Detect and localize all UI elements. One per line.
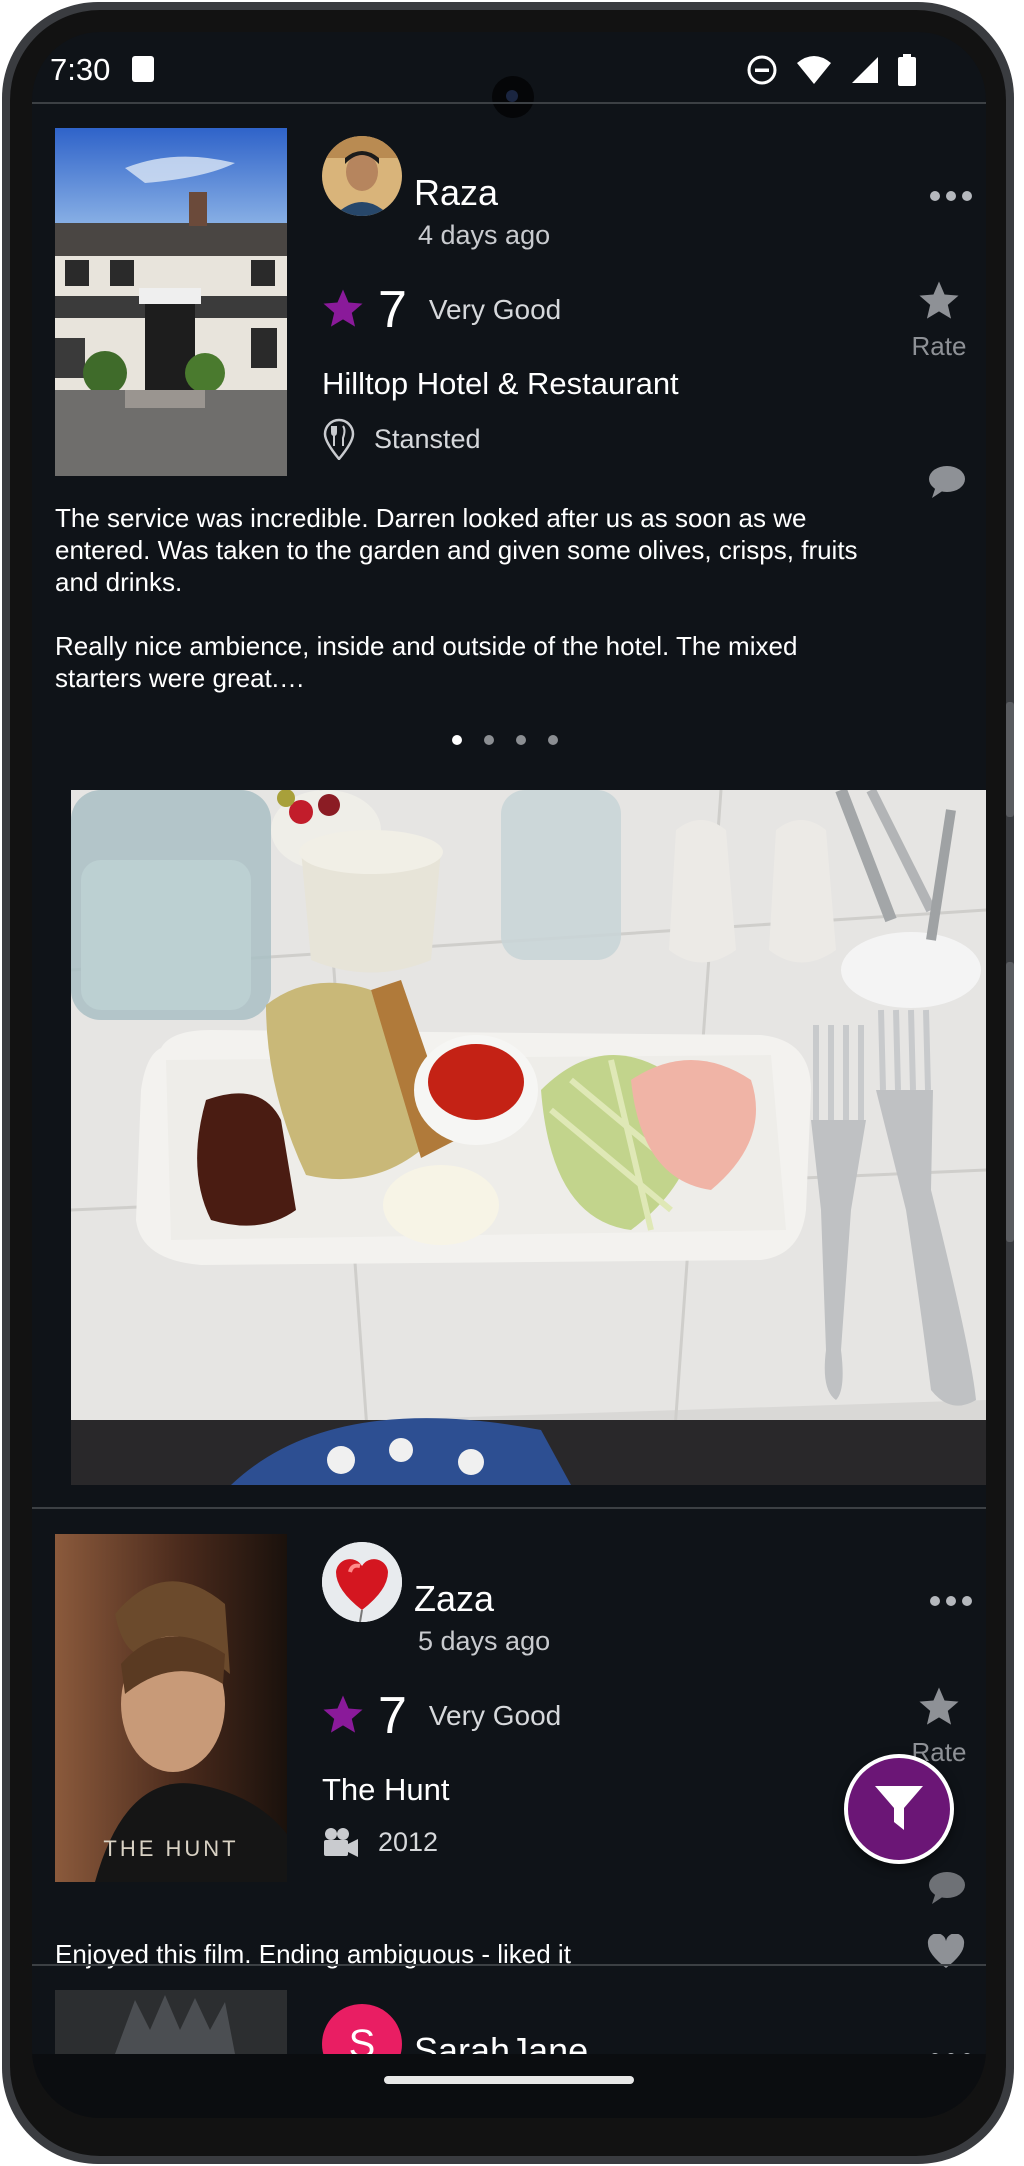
navigation-bar [32,2054,986,2118]
status-time: 7:30 [50,52,111,87]
year-row: 2012 [322,1826,438,1858]
sd-card-icon [132,56,154,82]
review-text[interactable]: The service was incredible. Darren looke… [55,502,875,694]
star-outline-icon [919,1687,959,1725]
movie-poster[interactable]: THE HUNT [55,1534,287,1882]
movie-poster[interactable] [55,1990,287,2054]
avatar[interactable] [322,136,402,216]
username[interactable]: Zaza [414,1578,494,1620]
review-photo[interactable] [71,790,986,1485]
release-year: 2012 [378,1826,439,1857]
carousel-dot [548,735,558,745]
rating-row: 7 Very Good [320,1686,561,1746]
score: 7 [378,1687,407,1745]
avatar[interactable] [322,1542,402,1622]
carousel-indicator [452,735,558,745]
rating-label: Very Good [428,1700,562,1731]
front-camera [492,76,534,118]
movie-title[interactable]: The Hunt [322,1772,450,1808]
filter-button[interactable] [844,1754,954,1864]
rating-row: 7 Very Good [320,280,561,340]
power-button [1006,962,1014,1242]
star-outline-icon [919,281,959,319]
comment-button[interactable] [926,464,966,505]
timestamp: 4 days ago [418,220,551,250]
wifi-icon [797,56,831,84]
username[interactable]: Raza [414,172,498,214]
status-bar: 7:30 [32,32,986,118]
battery-icon [898,54,916,86]
filter-icon [875,1786,923,1830]
carousel-dot [484,735,494,745]
status-divider [32,102,986,104]
carousel-dot [516,735,526,745]
comment-icon [929,466,965,498]
location-text: Stansted [374,423,481,454]
do-not-disturb-icon [747,55,777,85]
card-divider [32,1507,986,1509]
timestamp: 5 days ago [418,1626,551,1656]
signal-icon [852,57,878,83]
star-icon [323,1695,363,1733]
rate-button[interactable]: Rate [904,280,974,362]
like-button[interactable] [926,1933,966,1975]
hotel-thumbnail[interactable] [55,128,287,476]
star-icon [323,289,363,327]
score: 7 [378,281,407,339]
location-row: Stansted [322,418,481,460]
carousel-dot-active [452,735,462,745]
more-options-button[interactable] [930,191,972,201]
more-options-button[interactable] [930,1596,972,1606]
movie-camera-icon [324,1828,358,1857]
comment-button[interactable] [926,1870,966,1911]
rate-label: Rate [911,331,967,361]
restaurant-pin-icon [323,418,355,460]
card-divider [32,1964,986,1966]
screen: 7:30 Raza 4 days ago 7 Very Good Hilltop… [32,32,986,2118]
status-icons [746,54,916,86]
home-indicator[interactable] [384,2076,634,2084]
place-title[interactable]: Hilltop Hotel & Restaurant [322,366,679,402]
comment-icon [929,1872,965,1904]
volume-button [1006,702,1014,817]
poster-title-text: THE HUNT [103,1836,238,1861]
rating-label: Very Good [428,294,562,325]
